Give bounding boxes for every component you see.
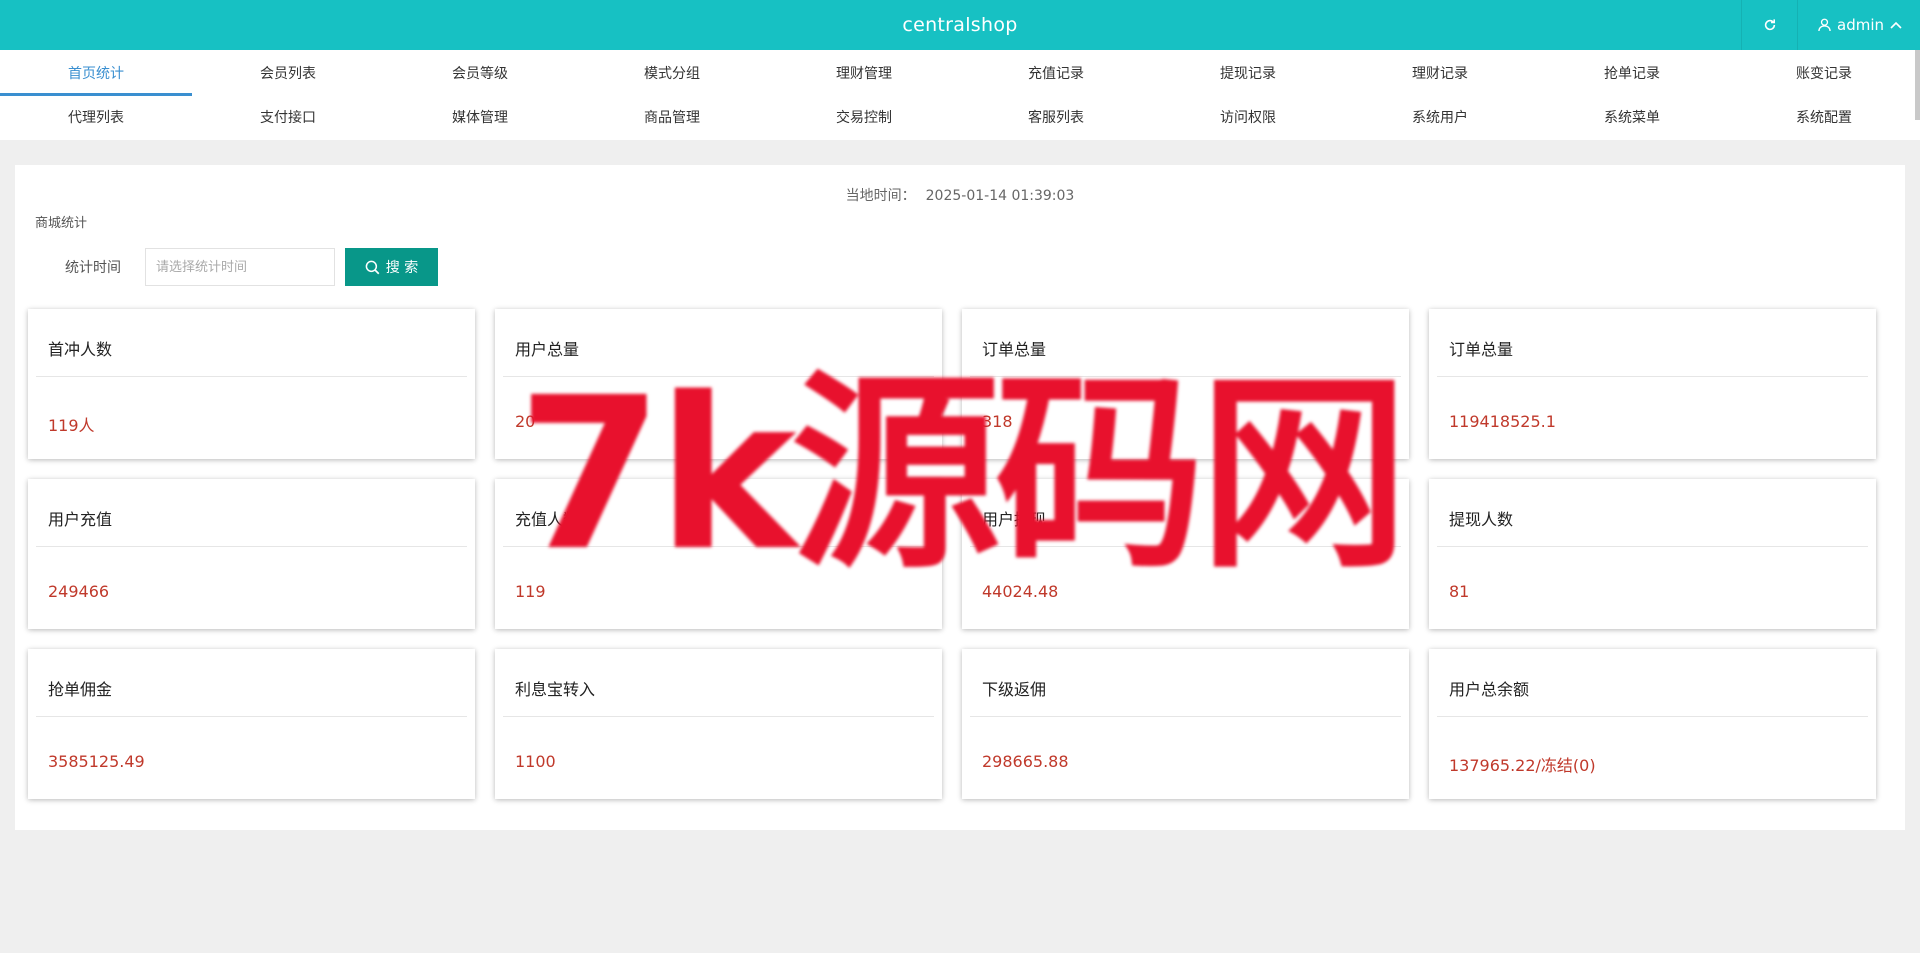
stat-card-value: 298665.88 <box>982 752 1069 771</box>
stat-card: 用户提现 44024.48 <box>962 479 1409 629</box>
chevron-up-icon <box>1890 21 1902 29</box>
stat-card-divider <box>1437 716 1868 717</box>
menu-item[interactable]: 访问权限 <box>1152 96 1344 140</box>
menu-item[interactable]: 理财记录 <box>1344 50 1536 96</box>
search-button[interactable]: 搜 索 <box>345 248 438 286</box>
refresh-button[interactable] <box>1741 0 1797 50</box>
refresh-icon <box>1764 19 1775 31</box>
stat-cards: 首冲人数 119人 用户总量 20 订单总量 318 订单总量 119418525.1 用户充值… <box>28 309 1888 799</box>
stat-card-value: 119 <box>515 582 546 601</box>
stat-card: 订单总量 119418525.1 <box>1429 309 1876 459</box>
stat-card-value: 137965.22/冻结(0) <box>1449 756 1596 775</box>
menu-item[interactable]: 会员等级 <box>384 50 576 96</box>
user-name: admin <box>1837 16 1884 34</box>
menu-item[interactable]: 账变记录 <box>1728 50 1920 96</box>
stat-card-title: 订单总量 <box>982 340 1047 359</box>
stat-card: 抢单佣金 3585125.49 <box>28 649 475 799</box>
stat-card-divider <box>970 546 1401 547</box>
stat-card-divider <box>36 716 467 717</box>
user-icon <box>1818 18 1831 32</box>
menu-item[interactable]: 商品管理 <box>576 96 768 140</box>
stat-card-title: 首冲人数 <box>48 340 113 359</box>
stat-card-title: 用户充值 <box>48 510 113 529</box>
menu-item[interactable]: 模式分组 <box>576 50 768 96</box>
stat-card-title: 用户总量 <box>515 340 580 359</box>
stat-card: 用户充值 249466 <box>28 479 475 629</box>
stat-card: 订单总量 318 <box>962 309 1409 459</box>
user-menu-button[interactable]: admin <box>1797 0 1920 50</box>
menu-item[interactable]: 代理列表 <box>0 96 192 140</box>
menu-item[interactable]: 会员列表 <box>192 50 384 96</box>
local-time-label: 当地时间： <box>845 188 916 204</box>
menu-item[interactable]: 充值记录 <box>960 50 1152 96</box>
stat-card-value: 1100 <box>515 752 556 771</box>
top-actions: admin <box>1741 0 1920 50</box>
menu-item[interactable]: 客服列表 <box>960 96 1152 140</box>
stat-card-divider <box>970 716 1401 717</box>
menu-item[interactable]: 理财管理 <box>768 50 960 96</box>
menu-item[interactable]: 系统配置 <box>1728 96 1920 140</box>
stat-card-value: 249466 <box>48 582 110 601</box>
stat-card-title: 抢单佣金 <box>48 680 113 699</box>
stat-card-value: 119人 <box>48 416 95 435</box>
filter-label: 统计时间 <box>65 260 121 276</box>
stat-card-divider <box>1437 546 1868 547</box>
search-icon <box>365 260 380 274</box>
stat-card-title: 充值人数 <box>515 510 580 529</box>
stat-card-title: 订单总量 <box>1449 340 1514 359</box>
stat-card: 用户总余额 137965.22/冻结(0) <box>1429 649 1876 799</box>
stat-card-title: 用户总余额 <box>1449 680 1530 699</box>
section-title: 商城统计 <box>35 216 88 231</box>
stat-card-title: 用户提现 <box>982 510 1047 529</box>
stat-card-title: 利息宝转入 <box>515 680 596 699</box>
stat-card: 提现人数 81 <box>1429 479 1876 629</box>
menu-row-2: 代理列表 支付接口 媒体管理 商品管理 交易控制 客服列表 访问权限 系统用户 系统菜单 系统配置 <box>0 96 1920 140</box>
stat-card: 首冲人数 119人 <box>28 309 475 459</box>
stat-card-value: 44024.48 <box>982 582 1059 601</box>
stat-card-value: 318 <box>982 412 1013 431</box>
menu-row-1: 首页统计 会员列表 会员等级 模式分组 理财管理 充值记录 提现记录 理财记录 抢单记录 账变记录 <box>0 50 1920 96</box>
local-time: 当地时间： 2025-01-14 01:39:03 <box>15 185 1905 205</box>
menu-item[interactable]: 交易控制 <box>768 96 960 140</box>
stat-card-value: 20 <box>515 412 536 431</box>
menu-item[interactable]: 系统菜单 <box>1536 96 1728 140</box>
stat-card-divider <box>503 716 934 717</box>
top-bar: centralshop admin <box>0 0 1920 50</box>
stat-time-input[interactable] <box>145 248 335 286</box>
stat-card: 利息宝转入 1100 <box>495 649 942 799</box>
stat-card-divider <box>503 376 934 377</box>
stat-card-divider <box>970 376 1401 377</box>
main-menu: 首页统计 会员列表 会员等级 模式分组 理财管理 充值记录 提现记录 理财记录 抢单记录 账变记录… <box>0 50 1920 140</box>
stat-card-value: 81 <box>1449 582 1470 601</box>
stat-card-title: 下级返佣 <box>982 680 1047 699</box>
menu-item[interactable]: 支付接口 <box>192 96 384 140</box>
local-time-value: 2025-01-14 01:39:03 <box>925 188 1075 204</box>
stat-card-divider <box>36 376 467 377</box>
menu-item[interactable]: 提现记录 <box>1152 50 1344 96</box>
stat-card: 用户总量 20 <box>495 309 942 459</box>
stats-panel: 当地时间： 2025-01-14 01:39:03 商城统计 统计时间 搜 索 首… <box>15 165 1905 830</box>
scrollbar-thumb[interactable] <box>1915 50 1920 120</box>
stat-card-value: 3585125.49 <box>48 752 145 771</box>
menu-item[interactable]: 媒体管理 <box>384 96 576 140</box>
menu-item[interactable]: 系统用户 <box>1344 96 1536 140</box>
brand-title: centralshop <box>902 14 1018 36</box>
stat-card-divider <box>1437 376 1868 377</box>
stat-card-value: 119418525.1 <box>1449 412 1556 431</box>
stat-card-title: 提现人数 <box>1449 510 1514 529</box>
search-button-label: 搜 索 <box>385 260 419 276</box>
stat-card: 充值人数 119 <box>495 479 942 629</box>
stat-card: 下级返佣 298665.88 <box>962 649 1409 799</box>
stat-card-divider <box>36 546 467 547</box>
stat-card-divider <box>503 546 934 547</box>
filter-form: 统计时间 搜 索 <box>65 248 438 286</box>
menu-item[interactable]: 首页统计 <box>0 50 192 96</box>
menu-item[interactable]: 抢单记录 <box>1536 50 1728 96</box>
